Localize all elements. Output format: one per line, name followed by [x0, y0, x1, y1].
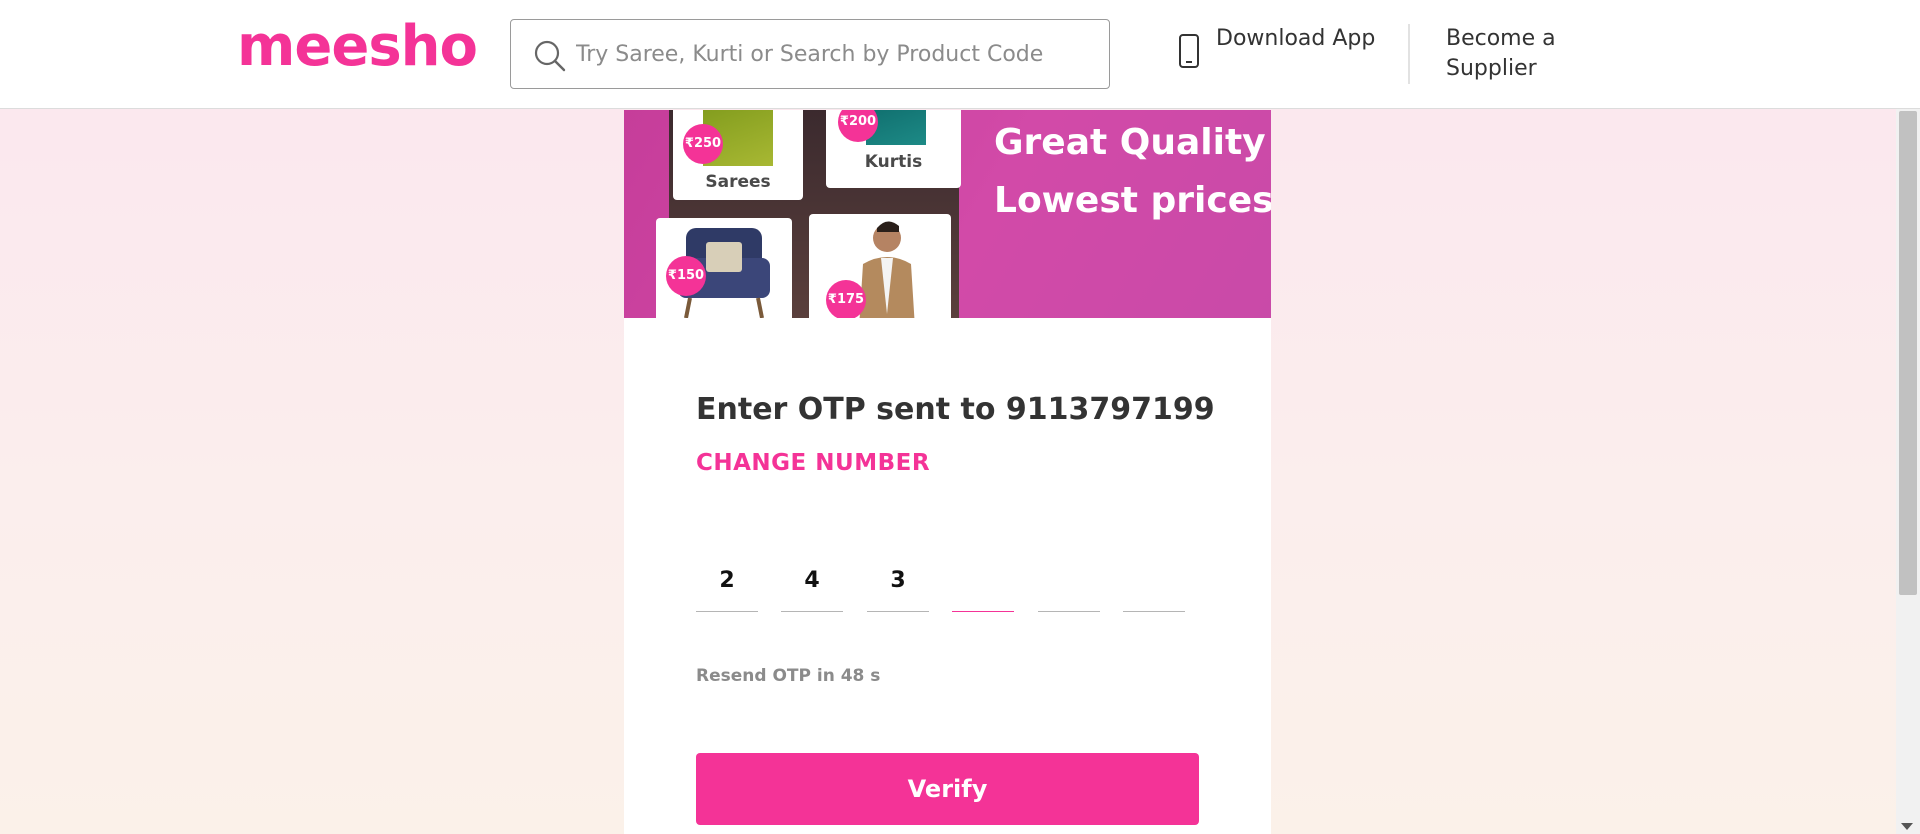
otp-digit-input[interactable]: 4 [781, 550, 843, 612]
login-card: Sarees ₹250 Kurtis ₹200 ₹150 ₹175 Great … [624, 110, 1271, 834]
top-header: meesho Download App Become a Supplier [0, 0, 1920, 109]
price-badge: ₹150 [666, 256, 706, 296]
otp-digit-input[interactable] [1038, 550, 1100, 612]
otp-digit-input[interactable] [1123, 550, 1185, 612]
price-badge: ₹250 [683, 124, 723, 164]
otp-digit-input[interactable]: 2 [696, 550, 758, 612]
price-badge: ₹175 [826, 280, 866, 318]
change-number-link[interactable]: CHANGE NUMBER [696, 450, 930, 476]
otp-heading: Enter OTP sent to 9113797199 [696, 392, 1215, 427]
scrollbar-thumb[interactable] [1899, 111, 1917, 595]
category-label: Kurtis [864, 152, 923, 172]
download-app-label: Download App [1216, 26, 1376, 51]
scroll-down-arrow-icon[interactable] [1901, 823, 1913, 830]
otp-digit-input-active[interactable] [952, 550, 1014, 612]
resend-otp-timer: Resend OTP in 48 s [696, 666, 881, 686]
become-supplier-link[interactable]: Become a Supplier [1446, 24, 1606, 84]
banner-title-line2: Lowest prices [994, 180, 1271, 221]
meesho-logo[interactable]: meesho [237, 14, 478, 79]
search-bar[interactable] [510, 19, 1110, 89]
download-app-link[interactable]: Download App [1178, 22, 1378, 86]
category-label: Sarees [705, 172, 771, 192]
header-divider [1408, 24, 1410, 84]
banner-title-line1: Great Quality [994, 122, 1266, 163]
search-icon [534, 40, 566, 72]
page-scrollbar[interactable] [1896, 109, 1920, 834]
search-input[interactable] [576, 20, 1096, 88]
mobile-phone-icon [1179, 34, 1199, 68]
verify-button[interactable]: Verify [696, 753, 1199, 825]
promo-banner: Sarees ₹250 Kurtis ₹200 ₹150 ₹175 Great … [624, 110, 1271, 318]
otp-digit-input[interactable]: 3 [867, 550, 929, 612]
